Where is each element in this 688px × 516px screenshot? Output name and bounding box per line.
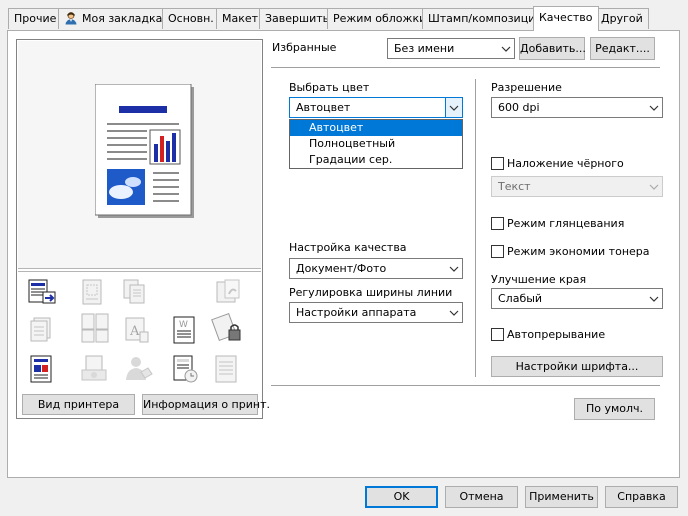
banner-icon — [215, 355, 237, 383]
svg-text:A: A — [129, 324, 140, 339]
copies-icon — [82, 279, 102, 305]
chevron-down-icon — [449, 310, 459, 316]
tab-layout[interactable]: Макет — [216, 8, 265, 29]
tab-misc[interactable]: Другой — [595, 8, 649, 29]
chevron-down-icon — [649, 105, 659, 111]
preview-frame: A W Вид принтера Информация о принт. — [16, 39, 270, 419]
quality-select[interactable]: Документ/Фото — [289, 258, 463, 279]
booklet-icon — [81, 313, 109, 343]
tab-other[interactable]: Прочие — [8, 8, 63, 29]
font-substitution-icon: A — [125, 317, 149, 343]
auto-trap-label: Автопрерывание — [507, 328, 606, 341]
printer-info-button[interactable]: Информация о принт. — [142, 394, 270, 415]
color-dropdown-list: Автоцвет Полноцветный Градации сер. — [289, 119, 463, 169]
edit-favorite-button[interactable]: Редакт.... — [590, 37, 655, 60]
tab-finish[interactable]: Завершить — [259, 8, 336, 29]
tab-cover-mode[interactable]: Режим обложки — [327, 8, 433, 29]
stack-icon — [30, 317, 51, 342]
top-separator — [271, 67, 660, 68]
column-separator — [475, 79, 476, 377]
edge-value: Слабый — [498, 292, 543, 305]
document-preview-icon — [95, 84, 194, 218]
toner-save-checkbox[interactable] — [491, 245, 504, 258]
black-overprint-select[interactable]: Текст — [491, 176, 663, 197]
chevron-down-icon — [449, 266, 459, 272]
chevron-down-icon — [449, 105, 459, 111]
chevron-down-icon — [649, 296, 659, 302]
color-label: Выбрать цвет — [289, 81, 370, 94]
line-width-select[interactable]: Настройки аппарата — [289, 302, 463, 323]
multi-page-icon — [123, 279, 145, 304]
color-option-gray[interactable]: Градации сер. — [290, 152, 462, 168]
edge-label: Улучшение края — [491, 273, 587, 286]
chevron-down-icon — [649, 184, 659, 190]
black-overprint-label: Наложение чёрного — [507, 157, 624, 170]
auto-trap-checkbox[interactable] — [491, 328, 504, 341]
favorites-select[interactable]: Без имени — [387, 38, 515, 59]
tab-stamp[interactable]: Штамп/композиция — [422, 8, 548, 29]
quality-label: Настройка качества — [289, 241, 407, 254]
color-dropdown-button[interactable] — [445, 98, 462, 117]
icon-grid: A W — [18, 271, 261, 388]
quality-value: Документ/Фото — [296, 262, 387, 275]
glossy-checkbox[interactable] — [491, 217, 504, 230]
user-icon — [64, 11, 78, 32]
add-favorite-button[interactable]: Добавить... — [519, 37, 586, 60]
color-doc-icon — [30, 355, 52, 383]
color-option-auto[interactable]: Автоцвет — [290, 120, 462, 136]
font-settings-button[interactable]: Настройки шрифта... — [491, 356, 663, 377]
quality-panel: A W Вид принтера Информация о принт. Изб… — [7, 30, 680, 478]
page-preview — [18, 41, 261, 269]
cancel-button[interactable]: Отмена — [445, 486, 518, 508]
black-overprint-value: Текст — [498, 180, 531, 193]
secure-print-icon — [211, 312, 241, 342]
tab-quality[interactable]: Качество — [533, 6, 599, 31]
color-value: Автоцвет — [296, 101, 351, 114]
chevron-down-icon — [501, 46, 511, 52]
favorites-value: Без имени — [394, 42, 455, 55]
resolution-select[interactable]: 600 dpi — [491, 97, 663, 118]
tab-basic[interactable]: Основн. — [162, 8, 220, 29]
toner-save-label: Режим экономии тонера — [507, 245, 650, 258]
line-width-label: Регулировка ширины линии — [289, 286, 453, 299]
glossy-label: Режим глянцевания — [507, 217, 625, 230]
ok-button[interactable]: OK — [365, 486, 438, 508]
tab-my-tab[interactable]: Моя закладка — [58, 8, 169, 32]
help-button[interactable]: Справка — [605, 486, 678, 508]
color-select[interactable]: Автоцвет — [289, 97, 463, 118]
finish-icon — [81, 355, 107, 381]
black-overprint-checkbox[interactable] — [491, 157, 504, 170]
line-width-value: Настройки аппарата — [296, 306, 417, 319]
default-button[interactable]: По умолч. — [574, 398, 655, 420]
print-doc-active-icon — [28, 279, 56, 304]
color-option-full[interactable]: Полноцветный — [290, 136, 462, 152]
bottom-separator — [271, 385, 660, 386]
printer-view-button[interactable]: Вид принтера — [22, 394, 135, 415]
rotate-page-icon — [216, 279, 240, 303]
favorites-label: Избранные — [272, 41, 337, 54]
apply-button[interactable]: Применить — [525, 486, 598, 508]
edge-select[interactable]: Слабый — [491, 288, 663, 309]
resolution-label: Разрешение — [491, 81, 562, 94]
resolution-value: 600 dpi — [498, 101, 540, 114]
overlay-icon — [173, 355, 198, 383]
watermark-icon: W — [173, 316, 195, 344]
user-auth-icon — [126, 357, 153, 380]
svg-text:W: W — [179, 320, 188, 330]
tab-my-tab-label: Моя закладка — [82, 12, 163, 25]
